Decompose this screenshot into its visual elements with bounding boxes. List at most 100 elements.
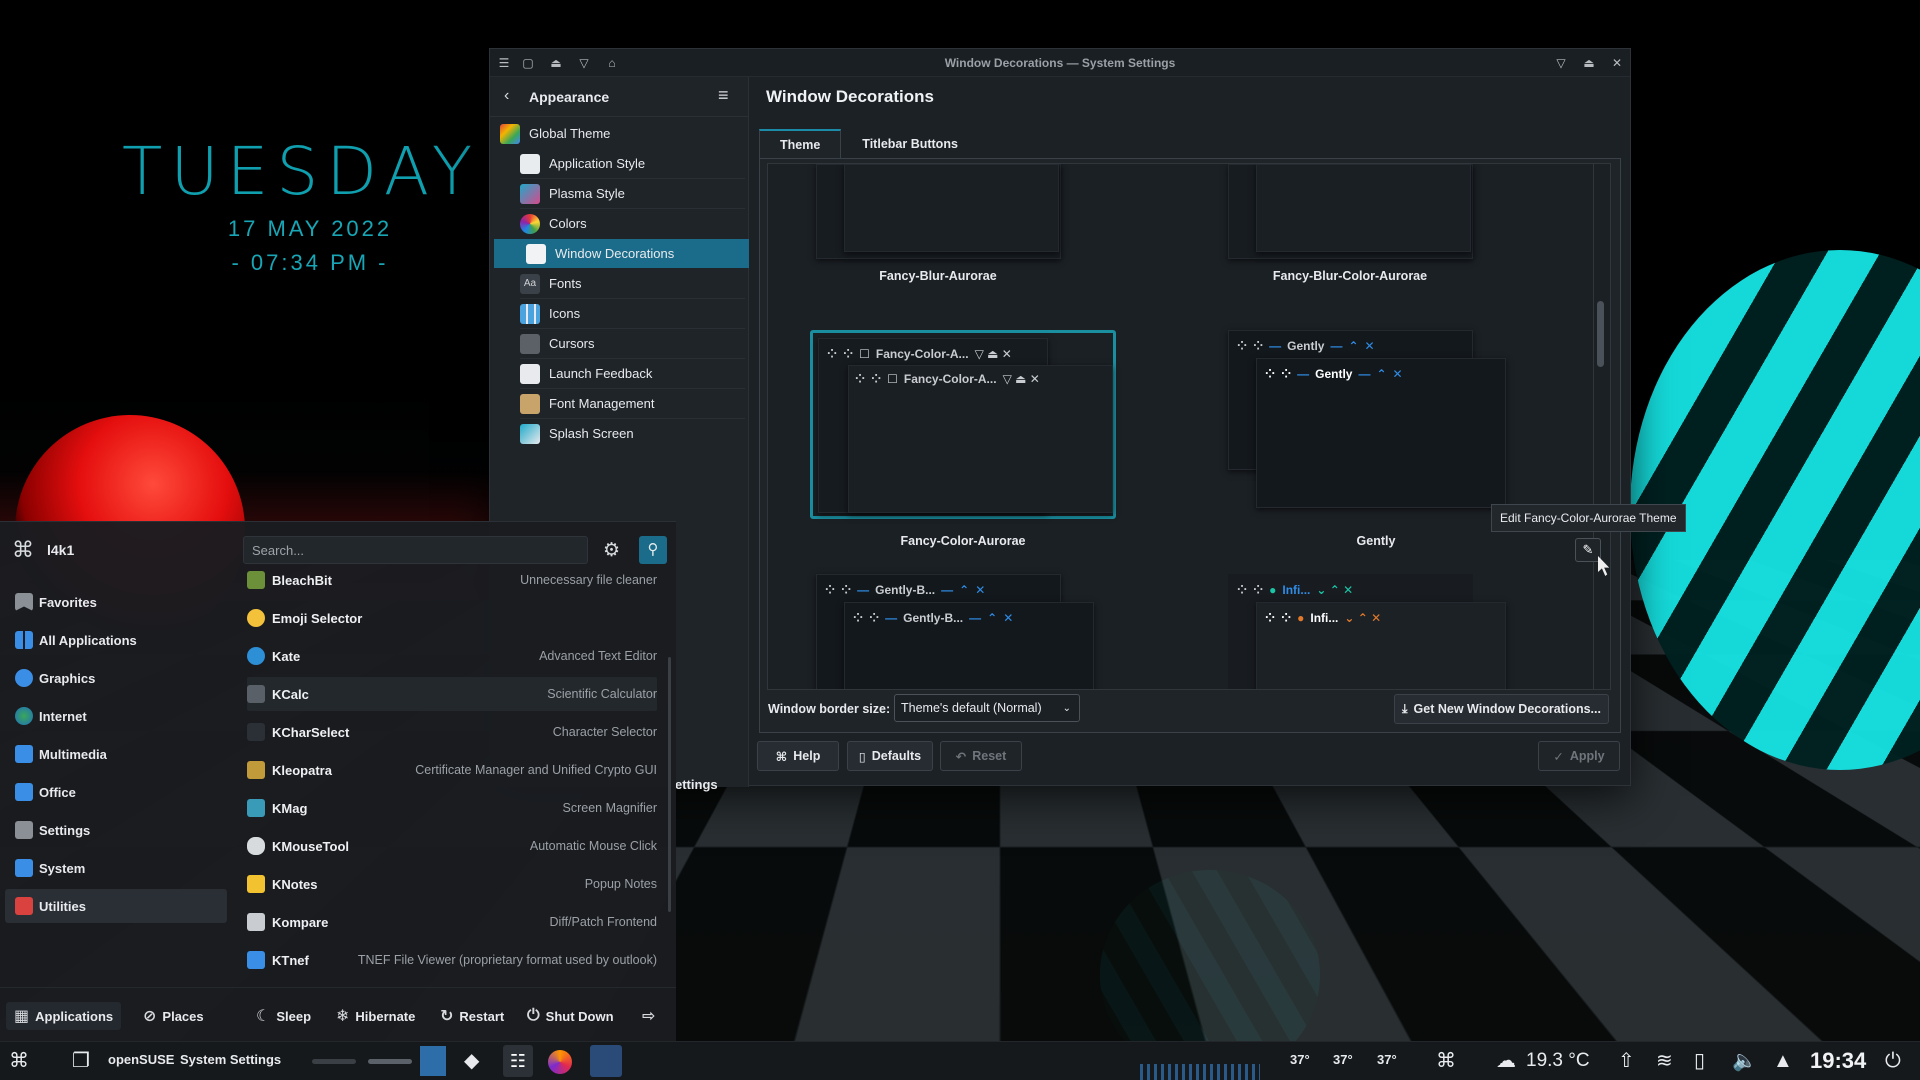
weather-temp[interactable]: 19.3 °C: [1526, 1050, 1590, 1072]
category-all-applications[interactable]: All Applications: [5, 623, 227, 657]
pager-desktop-2[interactable]: [368, 1059, 412, 1064]
plasma-style-icon: [520, 183, 540, 204]
power-icon[interactable]: ⏻: [1885, 1049, 1901, 1073]
theme-card[interactable]: ⁘ ⁘ — Gently-B... — ⌃ ✕ ⁘ ⁘ — Gently-B... — ⌃ ✕: [816, 574, 1116, 689]
gear-icon[interactable]: ⚙: [603, 539, 620, 562]
sidebar-footer-label[interactable]: ettings: [675, 777, 718, 792]
category-settings[interactable]: Settings: [5, 813, 227, 847]
app-list-item[interactable]: KCharSelect Character Selector: [247, 715, 657, 749]
undo-icon: ↶: [955, 749, 967, 764]
pager-desktop-3[interactable]: [420, 1046, 446, 1076]
category-graphics[interactable]: Graphics: [5, 661, 227, 695]
weather-wind-icon[interactable]: ≋: [1656, 1049, 1673, 1073]
distro-label[interactable]: openSUSE: [108, 1052, 174, 1067]
show-desktop-icon[interactable]: ❐: [72, 1049, 90, 1073]
app-list-item[interactable]: Kompare Diff/Patch Frontend: [247, 905, 657, 939]
applications-tab[interactable]: ▦ Applications: [6, 1002, 122, 1030]
app-list-item[interactable]: KMag Screen Magnifier: [247, 791, 657, 825]
app-list-item[interactable]: Emoji Selector: [247, 601, 657, 635]
back-label[interactable]: Appearance: [529, 89, 609, 105]
shutdown-button[interactable]: ⏻ Shut Down: [527, 1002, 614, 1030]
taskbar-clock[interactable]: 19:34: [1810, 1048, 1866, 1074]
theme-card[interactable]: ⁘ ⁘ ● Infi... ⌄ ⌃ ✕ ⁘ ⁘ ● Infi... ⌄ ⌃ ✕: [1228, 574, 1528, 689]
maximize-icon[interactable]: ⏏: [1581, 55, 1597, 71]
tray-expand-icon[interactable]: ▲: [1773, 1049, 1793, 1073]
app-list-item-highlighted[interactable]: KCalc Scientific Calculator: [247, 677, 657, 711]
defaults-button[interactable]: ▯ Defaults: [847, 741, 933, 771]
sidebar-item-splash-screen[interactable]: Splash Screen: [520, 419, 745, 448]
app-description: Certificate Manager and Unified Crypto G…: [415, 763, 657, 777]
category-system[interactable]: System: [5, 851, 227, 885]
category-favorites[interactable]: Favorites: [5, 585, 227, 619]
edit-theme-button[interactable]: ✎: [1575, 538, 1601, 562]
pin-icon[interactable]: ⚲: [639, 536, 667, 564]
system-settings-task-icon[interactable]: ☷: [503, 1045, 533, 1077]
sidebar-item-window-decorations[interactable]: Window Decorations: [494, 239, 749, 268]
sidebar-item-font-management[interactable]: Font Management: [520, 389, 745, 418]
close-icon[interactable]: ✕: [1609, 55, 1625, 71]
preview-titlebar: ⁘ ⁘ — Gently-B... — ⌃ ✕: [825, 583, 986, 597]
preview-titlebar: ⁘ ⁘ ● Infi... ⌄ ⌃ ✕: [1265, 611, 1382, 625]
help-button[interactable]: ⌘ Help: [757, 741, 839, 771]
launcher-logo-icon: ⌘: [12, 537, 34, 562]
theme-card-selected[interactable]: ⁘ ⁘ ☐ Fancy-Color-A... ▽ ⏏ ✕ ⁘ ⁘ ☐ Fancy-Color-…: [810, 330, 1116, 519]
app-list-item[interactable]: Kate Advanced Text Editor: [247, 639, 657, 673]
firefox-icon[interactable]: [548, 1050, 572, 1074]
border-size-select[interactable]: Theme's default (Normal) ⌄: [894, 694, 1080, 722]
sidebar-item-cursors[interactable]: Cursors: [520, 329, 745, 358]
sleep-button[interactable]: ☾ Sleep: [256, 1002, 311, 1030]
restart-button[interactable]: ↻ Restart: [440, 1002, 504, 1030]
updates-icon[interactable]: ⇧: [1618, 1049, 1635, 1073]
sidebar-item-global-theme[interactable]: Global Theme: [494, 119, 749, 148]
pager-desktop-1[interactable]: [312, 1059, 356, 1064]
category-office[interactable]: Office: [5, 775, 227, 809]
app-list-item[interactable]: KMouseTool Automatic Mouse Click: [247, 829, 657, 863]
app-description: Scientific Calculator: [547, 687, 657, 701]
theme-card[interactable]: Fancy-Blur-Aurorae: [816, 164, 1116, 354]
tab-theme[interactable]: Theme: [759, 129, 842, 159]
leave-button[interactable]: ⇨: [642, 1002, 661, 1030]
clock-time: - 07:34 PM -: [231, 250, 389, 275]
category-utilities[interactable]: Utilities: [5, 889, 227, 923]
places-tab[interactable]: ⊘ Places: [143, 1002, 204, 1030]
back-arrow-icon[interactable]: ‹: [504, 87, 509, 105]
app-description: Character Selector: [552, 725, 657, 739]
app-list-item[interactable]: KTnef TNEF File Viewer (proprietary forma…: [247, 943, 657, 977]
inkscape-icon[interactable]: ◆: [464, 1049, 479, 1073]
clipboard-icon[interactable]: ▯: [1694, 1049, 1705, 1073]
theme-grid-scrollbar[interactable]: [1593, 163, 1609, 690]
sidebar-item-application-style[interactable]: Application Style: [520, 149, 745, 178]
category-multimedia[interactable]: Multimedia: [5, 737, 227, 771]
theme-card[interactable]: Fancy-Blur-Color-Aurorae: [1228, 164, 1528, 354]
category-internet[interactable]: Internet: [5, 699, 227, 733]
search-input[interactable]: Search...: [243, 536, 588, 564]
application-launcher-icon[interactable]: ⌘: [9, 1049, 29, 1073]
sidebar-item-plasma-style[interactable]: Plasma Style: [520, 179, 745, 208]
tab-titlebar-buttons[interactable]: Titlebar Buttons: [841, 129, 979, 159]
apply-button[interactable]: ✓ Apply: [1538, 741, 1620, 771]
knotes-icon: [247, 875, 265, 893]
application-style-icon: [520, 153, 540, 174]
app-list-item[interactable]: BleachBit Unnecessary file cleaner: [247, 563, 657, 597]
app-list-item[interactable]: Kleopatra Certificate Manager and Unified…: [247, 753, 657, 787]
task-system-settings[interactable]: System Settings: [180, 1052, 281, 1067]
get-new-decorations-button[interactable]: ⤓ Get New Window Decorations...: [1394, 694, 1609, 724]
kcalc-icon: [247, 685, 265, 703]
kde-connect-icon[interactable]: ⌘: [1436, 1049, 1456, 1073]
sidebar-item-fonts[interactable]: Aa Fonts: [520, 269, 745, 298]
file-manager-icon[interactable]: [590, 1045, 622, 1077]
app-list-item[interactable]: KNotes Popup Notes: [247, 867, 657, 901]
weather-cloud-icon[interactable]: ☁: [1496, 1049, 1516, 1073]
hamburger-menu-icon[interactable]: ≡: [718, 85, 729, 106]
sidebar-item-icons[interactable]: Icons: [520, 299, 745, 328]
theme-card[interactable]: ⁘ ⁘ — Gently — ⌃ ✕ ⁘ ⁘ — Gently — ⌃ ✕: [1228, 330, 1528, 520]
hibernate-button[interactable]: ❄ Hibernate: [336, 1002, 415, 1030]
scrollbar-thumb[interactable]: [1597, 301, 1604, 367]
user-name[interactable]: l4k1: [47, 542, 74, 558]
sidebar-item-colors[interactable]: Colors: [520, 209, 745, 238]
reset-button[interactable]: ↶ Reset: [940, 741, 1022, 771]
sidebar-item-launch-feedback[interactable]: Launch Feedback: [520, 359, 745, 388]
volume-icon[interactable]: 🔈: [1732, 1049, 1757, 1073]
app-list-scrollbar[interactable]: [668, 657, 671, 912]
minimize-icon[interactable]: ▽: [1553, 55, 1569, 71]
